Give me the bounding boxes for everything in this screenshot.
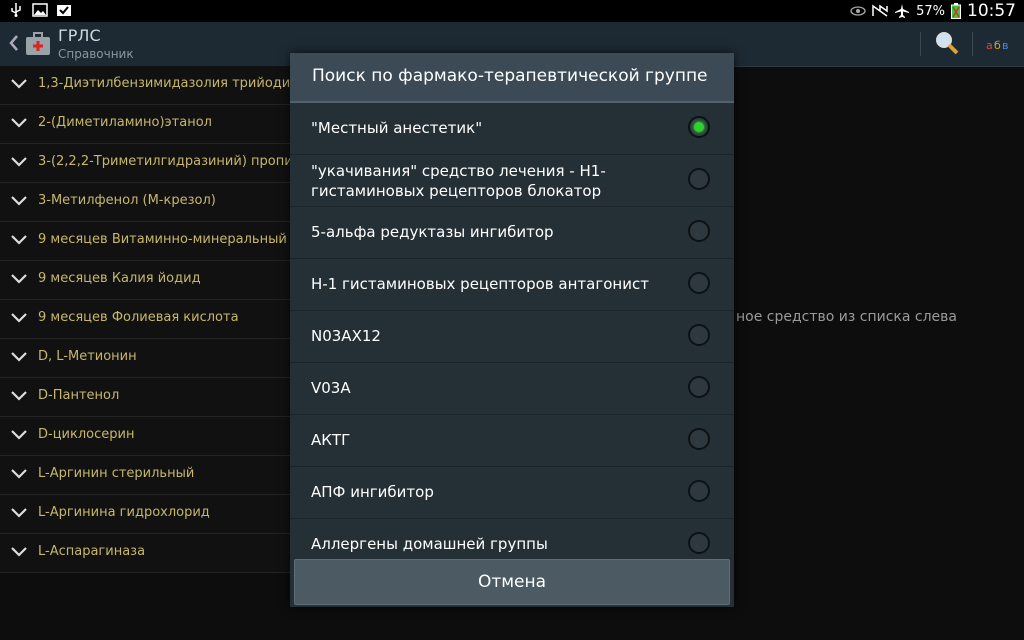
list-item[interactable]: L-Аргинина гидрохлорид: [0, 495, 290, 534]
list-item[interactable]: D, L-Метионин: [0, 339, 290, 378]
battery-percent: 57%: [916, 3, 945, 19]
detail-hint-text: ное средство из списка слева: [736, 309, 957, 325]
dialog-header: Поиск по фармако-терапевтической группе: [290, 53, 734, 103]
medical-kit-icon[interactable]: [24, 30, 52, 58]
chevron-down-icon: [11, 196, 27, 206]
cancel-button[interactable]: Отмена: [294, 559, 730, 605]
list-item-label: 3-Метилфенол (М-крезол): [38, 193, 216, 208]
chevron-down-icon: [11, 508, 27, 518]
options-list[interactable]: "Местный анестетик" "укачивания" средств…: [290, 103, 734, 557]
airplane-icon: [895, 4, 910, 18]
list-item[interactable]: D-Пантенол: [0, 378, 290, 417]
back-chevron-icon[interactable]: [8, 32, 20, 54]
radio-button[interactable]: [688, 220, 710, 242]
option-row[interactable]: АПФ ингибитор: [290, 467, 734, 519]
list-item[interactable]: L-Аспарагиназа: [0, 534, 290, 573]
list-item[interactable]: 9 месяцев Калия йодид: [0, 261, 290, 300]
radio-button[interactable]: [688, 324, 710, 346]
list-item-label: 2-(Диметиламино)этанол: [38, 115, 212, 130]
list-item-label: L-Аргинина гидрохлорид: [38, 505, 210, 520]
chevron-down-icon: [11, 118, 27, 128]
list-item-label: 9 месяцев Калия йодид: [38, 271, 201, 286]
chevron-down-icon: [11, 430, 27, 440]
list-item[interactable]: 1,3-Диэтилбензимидазолия трийодид: [0, 66, 290, 105]
option-row[interactable]: 5-альфа редуктазы ингибитор: [290, 207, 734, 259]
dialog-title: Поиск по фармако-терапевтической группе: [312, 66, 708, 86]
list-item[interactable]: 3-(2,2,2-Триметилгидразиний) пропионат: [0, 144, 290, 183]
list-item[interactable]: 3-Метилфенол (М-крезол): [0, 183, 290, 222]
option-row[interactable]: N03AX12: [290, 311, 734, 363]
list-item-label: D-циклосерин: [38, 427, 135, 442]
task-check-icon: [57, 5, 71, 16]
chevron-down-icon: [11, 79, 27, 89]
list-item-label: 3-(2,2,2-Триметилгидразиний) пропионат: [38, 154, 290, 169]
list-item-label: L-Аргинин стерильный: [38, 466, 195, 481]
chevron-down-icon: [11, 391, 27, 401]
list-item[interactable]: 2-(Диметиламино)этанол: [0, 105, 290, 144]
radio-button-selected[interactable]: [688, 116, 710, 138]
pharma-group-dialog: Поиск по фармако-терапевтической группе …: [290, 53, 734, 607]
divider: [972, 32, 973, 56]
drug-list: 1,3-Диэтилбензимидазолия трийодид 2-(Дим…: [0, 66, 290, 573]
mute-icon: [872, 4, 888, 17]
option-label: H-1 гистаминовых рецепторов антагонист: [311, 275, 649, 293]
option-label: АКТГ: [311, 431, 351, 449]
alphabet-sort-icon[interactable]: aбв: [984, 34, 1012, 54]
image-icon: [32, 3, 48, 17]
svg-text:в: в: [1002, 39, 1008, 52]
eye-icon: [850, 6, 866, 16]
search-icon[interactable]: [934, 30, 960, 56]
list-item[interactable]: L-Аргинин стерильный: [0, 456, 290, 495]
list-item[interactable]: 9 месяцев Фолиевая кислота: [0, 300, 290, 339]
svg-text:б: б: [994, 39, 1001, 52]
list-item-label: 9 месяцев Витаминно-минеральный комплекс: [38, 232, 290, 247]
option-row[interactable]: "укачивания" средство лечения - H1-гиста…: [290, 155, 734, 207]
chevron-down-icon: [11, 157, 27, 167]
radio-button[interactable]: [688, 168, 710, 190]
app-subtitle: Справочник: [58, 47, 134, 61]
status-bar: 57% 10:57: [0, 0, 1024, 22]
list-item-label: D-Пантенол: [38, 388, 120, 403]
radio-button[interactable]: [688, 376, 710, 398]
option-row[interactable]: Аллергены домашней группы: [290, 519, 734, 557]
clock: 10:57: [967, 1, 1016, 21]
option-row[interactable]: V03A: [290, 363, 734, 415]
option-label: "Местный анестетик": [311, 119, 483, 137]
chevron-down-icon: [11, 352, 27, 362]
app-title: ГРЛС: [58, 26, 101, 45]
option-label: V03A: [311, 379, 351, 397]
list-item-label: L-Аспарагиназа: [38, 544, 146, 559]
option-label: Аллергены домашней группы: [311, 535, 548, 553]
option-row[interactable]: АКТГ: [290, 415, 734, 467]
list-item-label: D, L-Метионин: [38, 349, 137, 364]
radio-button[interactable]: [688, 428, 710, 450]
chevron-down-icon: [11, 469, 27, 479]
divider: [920, 32, 921, 56]
radio-button[interactable]: [688, 480, 710, 502]
list-item[interactable]: D-циклосерин: [0, 417, 290, 456]
radio-button[interactable]: [688, 272, 710, 294]
usb-icon: [11, 3, 21, 17]
option-label: "укачивания" средство лечения - H1-гиста…: [311, 162, 606, 200]
battery-icon: [951, 3, 961, 19]
option-label: 5-альфа редуктазы ингибитор: [311, 223, 554, 241]
option-label: АПФ ингибитор: [311, 483, 434, 501]
option-row[interactable]: H-1 гистаминовых рецепторов антагонист: [290, 259, 734, 311]
chevron-down-icon: [11, 235, 27, 245]
list-item[interactable]: 9 месяцев Витаминно-минеральный комплекс: [0, 222, 290, 261]
chevron-down-icon: [11, 547, 27, 557]
svg-text:a: a: [986, 39, 993, 52]
option-label: N03AX12: [311, 327, 381, 345]
chevron-down-icon: [11, 274, 27, 284]
list-item-label: 9 месяцев Фолиевая кислота: [38, 310, 239, 325]
radio-button[interactable]: [688, 532, 710, 554]
list-item-label: 1,3-Диэтилбензимидазолия трийодид: [38, 76, 290, 91]
chevron-down-icon: [11, 313, 27, 323]
dialog-footer: Отмена: [290, 557, 734, 607]
option-row[interactable]: "Местный анестетик": [290, 103, 734, 155]
